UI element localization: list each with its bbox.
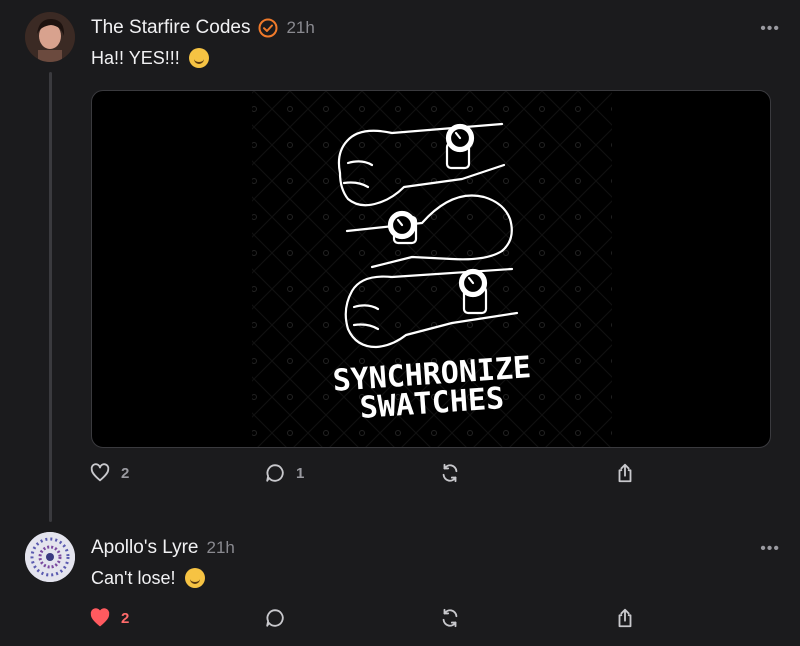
more-options-icon[interactable]: ••• — [760, 540, 780, 558]
share-button[interactable] — [614, 607, 789, 629]
author-name[interactable]: The Starfire Codes — [91, 17, 250, 39]
verified-badge-icon — [258, 18, 278, 38]
repost-icon — [442, 608, 458, 628]
reply-count: 1 — [296, 464, 305, 482]
share-icon — [618, 463, 632, 483]
heart-filled-icon — [90, 608, 110, 627]
share-button[interactable] — [614, 462, 789, 484]
avatar[interactable] — [25, 532, 75, 582]
post-card: The Starfire Codes 21h ••• Ha!! YES!!! S… — [0, 0, 800, 522]
reply-button[interactable]: 1 — [264, 462, 439, 484]
rolling-laughing-emoji-icon — [188, 48, 209, 68]
post-text-content: Ha!! YES!!! — [91, 48, 180, 68]
like-button[interactable]: 2 — [89, 462, 264, 484]
timestamp[interactable]: 21h — [286, 18, 314, 38]
post-header: The Starfire Codes 21h — [91, 15, 315, 41]
comment-icon — [266, 464, 284, 482]
repost-icon — [442, 463, 458, 483]
post-text: Can't lose! — [91, 568, 205, 589]
like-count: 2 — [121, 464, 130, 482]
post-text: Ha!! YES!!! — [91, 48, 209, 69]
thread-line — [49, 72, 52, 522]
timestamp[interactable]: 21h — [206, 538, 234, 558]
like-button[interactable]: 2 — [89, 607, 264, 629]
post-header: Apollo's Lyre 21h — [91, 535, 235, 561]
post-actions: 2 — [89, 607, 789, 629]
reply-button[interactable] — [264, 607, 439, 629]
post-text-content: Can't lose! — [91, 568, 176, 588]
grinning-face-emoji-icon — [184, 568, 205, 588]
post-image[interactable]: SYNCHRONIZE SWATCHES — [91, 90, 771, 448]
post-actions: 2 1 — [89, 462, 789, 484]
more-options-icon[interactable]: ••• — [760, 20, 780, 38]
post-card: Apollo's Lyre 21h ••• Can't lose! 2 — [0, 520, 800, 646]
author-name[interactable]: Apollo's Lyre — [91, 537, 198, 559]
like-count: 2 — [121, 609, 130, 627]
avatar[interactable] — [25, 12, 75, 62]
comment-icon — [266, 609, 284, 627]
repost-button[interactable] — [439, 462, 614, 484]
repost-button[interactable] — [439, 607, 614, 629]
heart-icon — [90, 463, 110, 482]
share-icon — [618, 608, 632, 628]
